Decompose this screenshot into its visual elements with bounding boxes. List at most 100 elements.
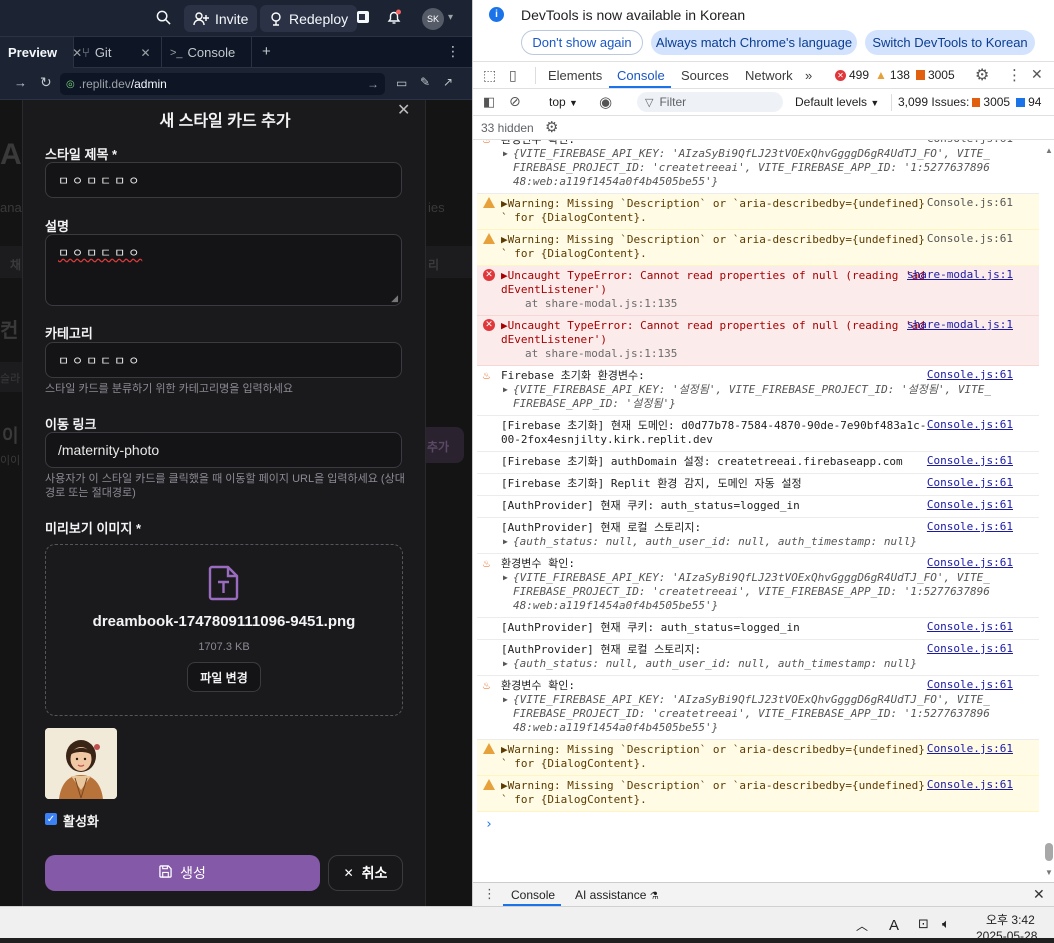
invite-button[interactable]: Invite	[184, 5, 258, 32]
eye-icon[interactable]: ◉	[599, 93, 612, 111]
chevron-down-icon[interactable]: ▾	[448, 12, 453, 23]
console-prompt[interactable]: ›	[485, 818, 493, 832]
scroll-down-icon[interactable]: ▼	[1045, 868, 1053, 877]
console-log-row[interactable]: ♨ 환경변수 확인:{VITE_FIREBASE_API_KEY: 'AIzaSy…	[477, 676, 1039, 740]
issues-link[interactable]: 3,099 Issues: 3005 94	[898, 95, 1041, 109]
console-warning-row[interactable]: ▶Warning: Missing `Description` or `aria…	[477, 194, 1039, 230]
close-icon[interactable]: ✕	[397, 100, 410, 120]
clock-date[interactable]: 2025-05-28	[976, 929, 1037, 943]
console-object-preview[interactable]: {VITE_FIREBASE_API_KEY: 'AIzaSyBi9QfLJ23…	[513, 147, 993, 189]
clear-console-icon[interactable]: ⊘	[509, 93, 521, 110]
tab-elements[interactable]: Elements	[548, 68, 602, 83]
clock-time[interactable]: 오후 3:42	[986, 911, 1035, 928]
console-log-row[interactable]: [AuthProvider] 현재 로컬 스토리지: {auth_status: …	[477, 640, 1039, 676]
source-link[interactable]: share-modal.js:1	[907, 268, 1013, 282]
source-link[interactable]: Console.js:61	[927, 498, 1013, 512]
source-link[interactable]: Console.js:61	[927, 778, 1013, 792]
console-object-preview[interactable]: {VITE_FIREBASE_API_KEY: '설정됨', VITE_FIRE…	[513, 383, 993, 411]
expand-triangle-icon[interactable]: ▶	[503, 657, 508, 671]
tab-console[interactable]: >_ Console	[162, 37, 252, 68]
inspect-icon[interactable]: ⬚	[483, 67, 496, 84]
console-settings-icon[interactable]: ⚙	[545, 118, 558, 136]
console-log-row[interactable]: ♨ Firebase 초기화 환경변수: {VITE_FIREBASE_API_KE…	[477, 366, 1039, 416]
gear-icon[interactable]: ⚙	[975, 65, 989, 85]
image-dropzone[interactable]: dreambook-1747809111096-9451.png 1707.3 …	[45, 544, 403, 716]
dont-show-again-button[interactable]: Don't show again	[521, 30, 643, 55]
close-drawer-icon[interactable]: ✕	[1033, 886, 1045, 903]
change-file-button[interactable]: 파일 변경	[187, 662, 261, 692]
tab-preview[interactable]: Preview ✕	[0, 37, 82, 68]
console-warning-row[interactable]: ▶Warning: Missing `Description` or `aria…	[477, 230, 1039, 266]
volume-icon[interactable]: 🔈︎	[942, 916, 950, 932]
external-link-icon[interactable]: ↗	[443, 75, 453, 89]
console-log-row[interactable]: [Firebase 초기화] authDomain 설정: createtree…	[477, 452, 1039, 474]
deploy-window-icon[interactable]	[356, 10, 370, 27]
source-link[interactable]: Console.js:61	[927, 520, 1013, 534]
search-icon[interactable]	[156, 10, 171, 28]
source-link[interactable]: share-modal.js:1	[907, 318, 1013, 332]
expand-triangle-icon[interactable]: ▶	[503, 693, 508, 707]
console-warning-row[interactable]: ▶Warning: Missing `Description` or `aria…	[477, 740, 1039, 776]
active-checkbox[interactable]: ✓	[45, 813, 57, 825]
tab-network[interactable]: Network	[745, 68, 793, 83]
expand-triangle-icon[interactable]: ▶	[503, 571, 508, 585]
chevron-up-icon[interactable]: ︿	[856, 917, 868, 934]
console-object-preview[interactable]: {auth_status: null, auth_user_id: null, …	[513, 657, 993, 671]
console-object-preview[interactable]: {auth_status: null, auth_user_id: null, …	[513, 535, 993, 549]
console-error-row[interactable]: ✕ ▶Uncaught TypeError: Cannot read proper…	[477, 266, 1039, 316]
context-selector[interactable]: top ▼	[549, 95, 578, 109]
console-warning-row[interactable]: ▶Warning: Missing `Description` or `aria…	[477, 776, 1039, 812]
refresh-icon[interactable]: ↻	[40, 74, 52, 91]
avatar[interactable]: SK	[422, 8, 444, 30]
console-log-row[interactable]: ♨ 환경변수 확인:{VITE_FIREBASE_API_KEY: 'AIzaSy…	[477, 140, 1039, 194]
devices-icon[interactable]: ▭	[396, 76, 407, 90]
console-object-preview[interactable]: {VITE_FIREBASE_API_KEY: 'AIzaSyBi9QfLJ23…	[513, 693, 993, 735]
expand-triangle-icon[interactable]: ▶	[503, 147, 508, 161]
console-log-row[interactable]: [Firebase 초기화] 현재 도메인: d0d77b78-7584-487…	[477, 416, 1039, 452]
drawer-tab-console[interactable]: Console	[511, 888, 555, 902]
tab-sources[interactable]: Sources	[681, 68, 729, 83]
cancel-button[interactable]: ✕ 취소	[328, 855, 403, 891]
category-input[interactable]: ㅁㅇㅁㄷㅁㅇ	[45, 342, 402, 378]
console-log-row[interactable]: [AuthProvider] 현재 로컬 스토리지: {auth_status: …	[477, 518, 1039, 554]
console-log-row[interactable]: ♨ 환경변수 확인:{VITE_FIREBASE_API_KEY: 'AIzaSy…	[477, 554, 1039, 618]
console-scrollbar[interactable]: ▲ ▼	[1045, 146, 1053, 880]
source-link[interactable]: Console.js:61	[927, 678, 1013, 692]
redeploy-button[interactable]: Redeploy	[260, 5, 358, 32]
drawer-tab-ai-assistance[interactable]: AI assistance ⚗	[575, 888, 659, 902]
network-icon[interactable]: ⊡	[918, 916, 929, 932]
console-log-row[interactable]: [AuthProvider] 현재 쿠키: auth_status=logged…	[477, 618, 1039, 640]
source-link[interactable]: Console.js:61	[927, 454, 1013, 468]
source-link[interactable]: Console.js:61	[927, 368, 1013, 382]
go-arrow-icon[interactable]: →	[367, 77, 379, 91]
sidebar-toggle-icon[interactable]: ◧	[483, 94, 495, 110]
console-log-row[interactable]: [AuthProvider] 현재 쿠키: auth_status=logged…	[477, 496, 1039, 518]
resize-handle-icon[interactable]: ◢	[391, 293, 398, 304]
close-icon[interactable]: ✕	[140, 46, 150, 60]
source-link[interactable]: Console.js:61	[927, 742, 1013, 756]
more-vertical-icon[interactable]: ⋮	[446, 43, 460, 60]
switch-language-button[interactable]: Switch DevTools to Korean	[865, 30, 1035, 55]
bell-icon[interactable]	[386, 9, 402, 28]
source-link[interactable]: Console.js:61	[927, 556, 1013, 570]
console-error-row[interactable]: ✕ ▶Uncaught TypeError: Cannot read proper…	[477, 316, 1039, 366]
error-count-badge[interactable]: ✕ 499 ▲ 138 3005	[835, 68, 955, 82]
more-vertical-icon[interactable]: ⋮	[1007, 66, 1022, 84]
source-link[interactable]: Console.js:61	[927, 476, 1013, 490]
source-link[interactable]: Console.js:61	[927, 418, 1013, 432]
match-language-button[interactable]: Always match Chrome's language	[651, 30, 857, 55]
source-link[interactable]: Console.js:61	[927, 620, 1013, 634]
add-tab-icon[interactable]: +	[262, 43, 271, 60]
expand-triangle-icon[interactable]: ▶	[503, 383, 508, 397]
source-link[interactable]: Console.js:61	[927, 642, 1013, 656]
close-devtools-icon[interactable]: ✕	[1031, 66, 1043, 83]
source-link[interactable]: Console.js:61	[927, 232, 1013, 246]
expand-triangle-icon[interactable]: ▶	[503, 535, 508, 549]
stack-frame-link[interactable]: at share-modal.js:1:135	[525, 297, 955, 311]
url-input[interactable]: ◎ .replit.dev/admin →	[60, 73, 385, 95]
style-title-input[interactable]: ㅁㅇㅁㄷㅁㅇ	[45, 162, 402, 198]
description-textarea[interactable]: ㅁㅇㅁㄷㅁㅇ ◢	[45, 234, 402, 306]
scroll-thumb[interactable]	[1045, 843, 1053, 861]
tab-console[interactable]: Console	[617, 68, 665, 83]
more-tabs-icon[interactable]: »	[805, 68, 812, 83]
